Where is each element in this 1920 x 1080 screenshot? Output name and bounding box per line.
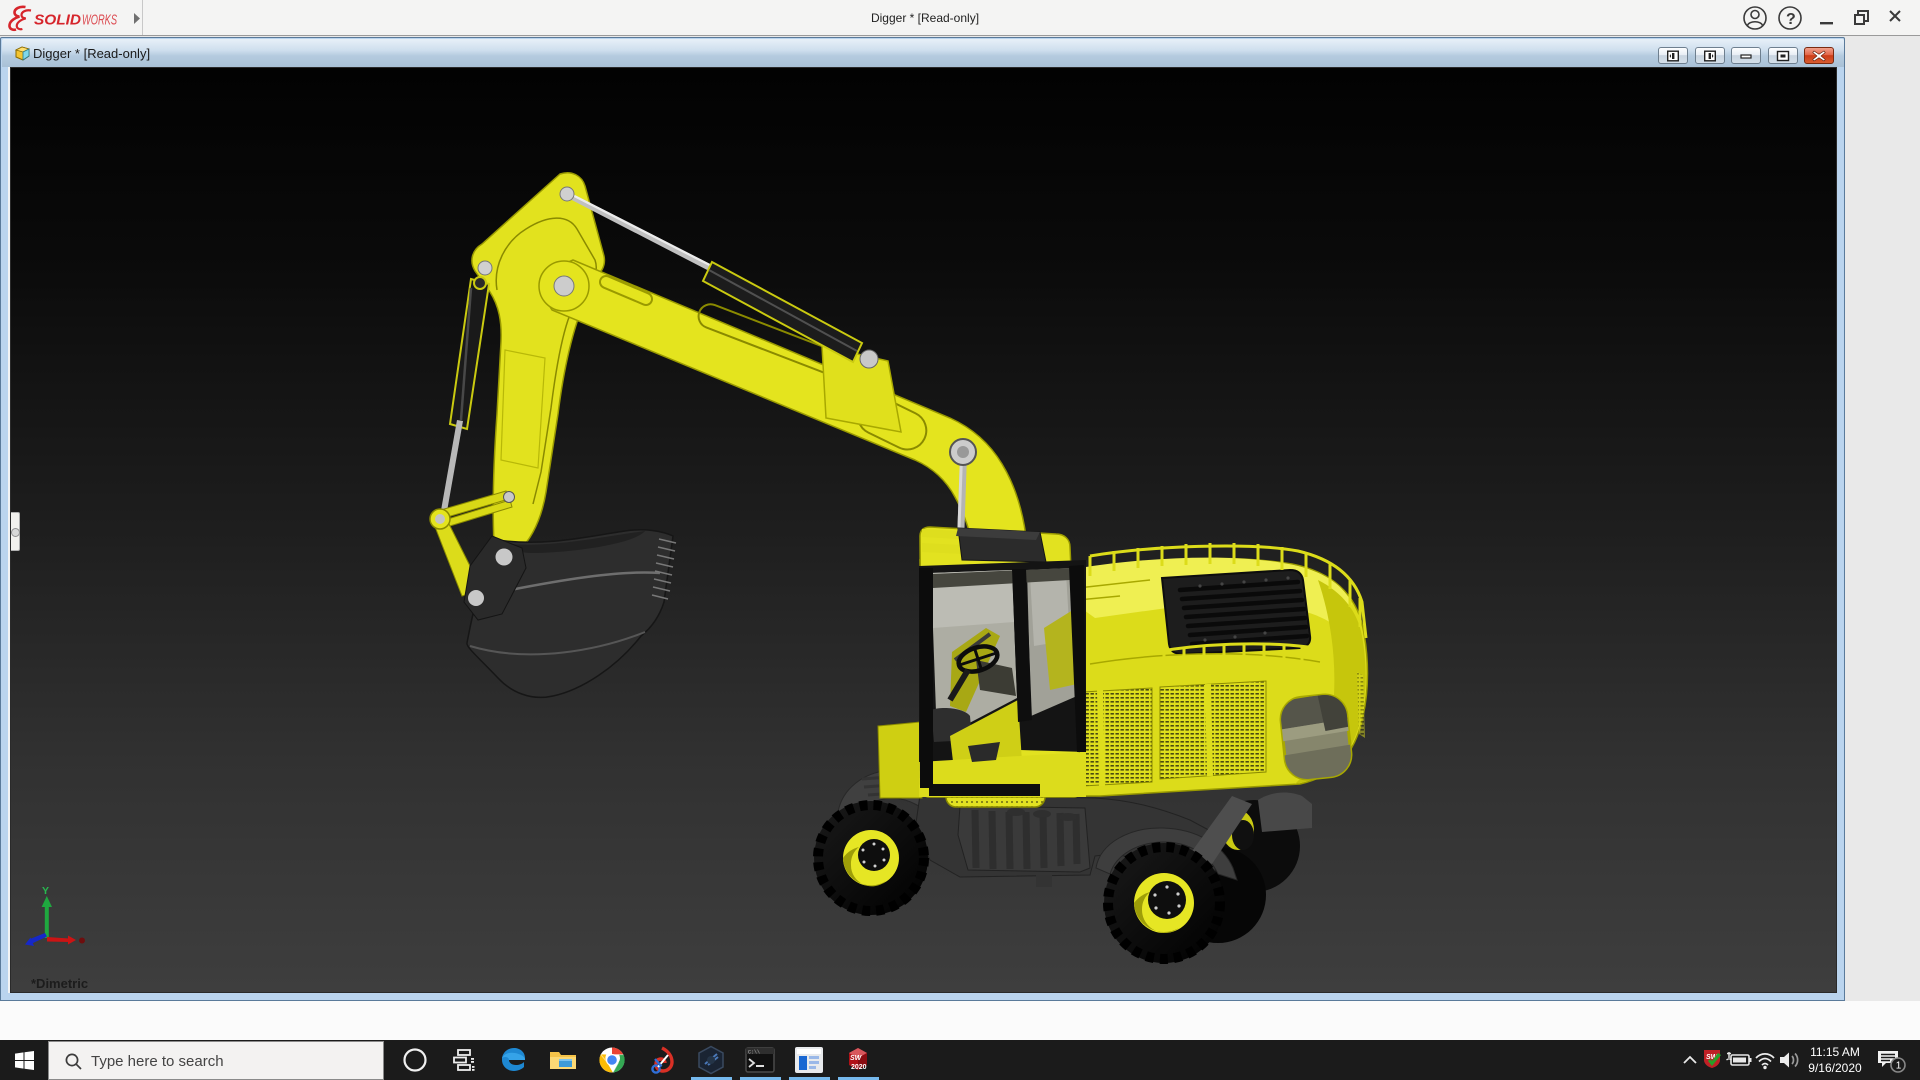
svg-text:2020: 2020: [851, 1064, 867, 1071]
svg-text:?: ?: [1786, 11, 1796, 28]
svg-text:1: 1: [1896, 1061, 1902, 1072]
svg-text:Y: Y: [42, 885, 49, 897]
svg-text:C:\\: C:\\: [748, 1050, 760, 1056]
svg-text:SW: SW: [850, 1055, 863, 1062]
